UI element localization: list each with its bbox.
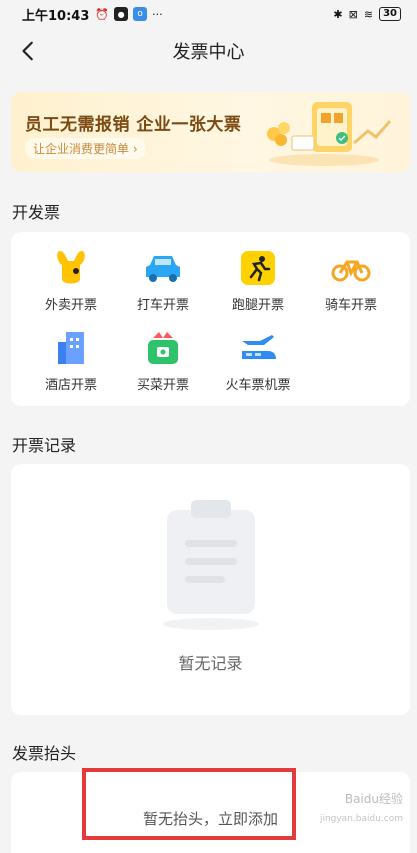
status-time: 上午10:43 xyxy=(22,8,90,24)
banner-subtitle-link[interactable]: 让企业消费更简单 › xyxy=(25,138,146,159)
grocery-basket-icon xyxy=(143,328,183,368)
records-card: 暂无记录 xyxy=(11,464,410,715)
battery-indicator: 30 xyxy=(379,7,401,21)
status-right: ✱ ⊠ ≋ 30 xyxy=(333,7,401,21)
grid-item-errand[interactable]: 跑腿开票 xyxy=(212,248,304,313)
bike-icon xyxy=(331,248,371,288)
hotel-icon xyxy=(51,328,91,368)
back-button[interactable] xyxy=(12,34,46,68)
app-notification-icon-2: o xyxy=(133,7,148,21)
takeout-kangaroo-icon xyxy=(51,248,91,288)
bluetooth-icon: ✱ xyxy=(333,7,343,21)
nav-bar: 发票中心 xyxy=(0,28,417,74)
highlight-box xyxy=(82,768,296,840)
watermark-subtext: jingyan.baidu.com xyxy=(319,814,403,824)
chevron-left-icon xyxy=(22,41,33,61)
train-plane-icon xyxy=(238,328,278,368)
page-title: 发票中心 xyxy=(172,42,245,63)
alarm-icon: ⏰ xyxy=(95,7,110,21)
grid-item-bike[interactable]: 骑车开票 xyxy=(305,248,397,313)
app-notification-icon: ● xyxy=(114,7,129,21)
grid-item-train-flight[interactable]: 火车票机票 xyxy=(212,328,304,393)
issue-section-title: 开发票 xyxy=(12,203,61,222)
status-bar: 上午10:43 ⏰ ● o ··· ✱ ⊠ ≋ 30 xyxy=(0,0,417,28)
car-icon xyxy=(143,248,183,288)
grid-item-takeout[interactable]: 外卖开票 xyxy=(25,248,117,313)
banner-title: 员工无需报销 企业一张大票 xyxy=(25,115,242,135)
wifi-icon: ≋ xyxy=(363,7,374,21)
runner-icon xyxy=(238,248,278,288)
empty-clipboard-icon xyxy=(163,500,259,630)
issue-invoice-card: 外卖开票 打车开票 跑腿开票 骑车开票 酒店开票 买菜开票 火车票机票 xyxy=(11,232,410,406)
records-empty-text: 暂无记录 xyxy=(178,654,243,673)
grid-item-taxi[interactable]: 打车开票 xyxy=(117,248,209,313)
more-notifications: ··· xyxy=(152,7,163,21)
records-section-title: 开票记录 xyxy=(12,436,77,455)
grid-item-grocery[interactable]: 买菜开票 xyxy=(117,328,209,393)
header-section-title: 发票抬头 xyxy=(12,744,77,763)
invoice-illustration-icon xyxy=(267,102,392,166)
sim-icon: ⊠ xyxy=(348,7,358,21)
enterprise-banner[interactable]: 员工无需报销 企业一张大票 让企业消费更简单 › xyxy=(11,92,410,172)
grid-item-hotel[interactable]: 酒店开票 xyxy=(25,328,117,393)
watermark-text: Baidu经验 xyxy=(344,792,403,806)
